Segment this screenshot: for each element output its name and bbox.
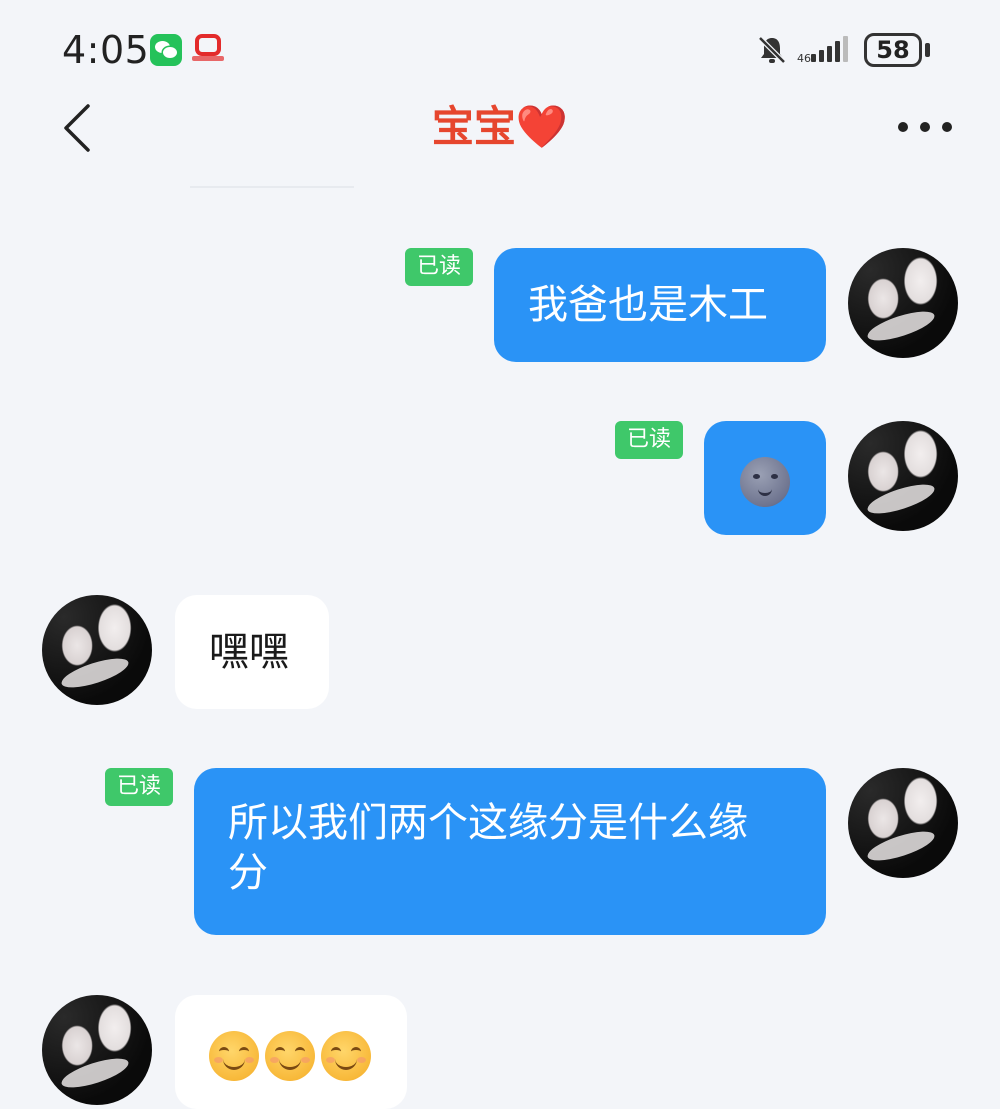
more-dots-icon[interactable] — [890, 110, 960, 144]
read-badge: 已读 — [105, 768, 174, 806]
svg-text:46: 46 — [797, 52, 811, 65]
message-bubble-outgoing[interactable] — [704, 421, 826, 535]
read-badge: 已读 — [405, 248, 474, 286]
read-badge: 已读 — [615, 421, 684, 459]
status-time: 4:05 — [62, 28, 150, 72]
divider — [190, 186, 354, 188]
message-bubble-outgoing[interactable]: 所以我们两个这缘分是什么缘分 — [194, 768, 826, 935]
smiling-face-icon — [321, 1031, 371, 1081]
mute-bell-icon — [758, 36, 786, 64]
message-text: 所以我们两个这缘分是什么缘分 — [228, 800, 748, 896]
my-avatar[interactable] — [848, 248, 958, 358]
message-bubble-incoming[interactable]: 嘿嘿 — [175, 595, 329, 709]
news-app-icon — [192, 34, 224, 66]
smiling-face-icon — [265, 1031, 315, 1081]
my-avatar[interactable] — [848, 421, 958, 531]
smiling-face-icon — [209, 1031, 259, 1081]
battery-tip — [925, 43, 930, 57]
new-moon-face-icon — [740, 457, 790, 507]
heart-icon: ❤️ — [515, 102, 569, 151]
contact-avatar[interactable] — [42, 995, 152, 1105]
chat-title: 宝宝❤️ — [0, 100, 1000, 154]
battery-level: 58 — [876, 36, 910, 64]
contact-name: 宝宝 — [431, 102, 516, 151]
contact-avatar[interactable] — [42, 595, 152, 705]
my-avatar[interactable] — [848, 768, 958, 878]
signal-icon: 46 — [797, 36, 848, 65]
message-bubble-incoming[interactable] — [175, 995, 407, 1109]
message-bubble-outgoing[interactable]: 我爸也是木工 — [494, 248, 826, 362]
message-text: 嘿嘿 — [209, 629, 289, 675]
message-text: 我爸也是木工 — [528, 282, 768, 328]
wechat-icon — [150, 34, 182, 66]
